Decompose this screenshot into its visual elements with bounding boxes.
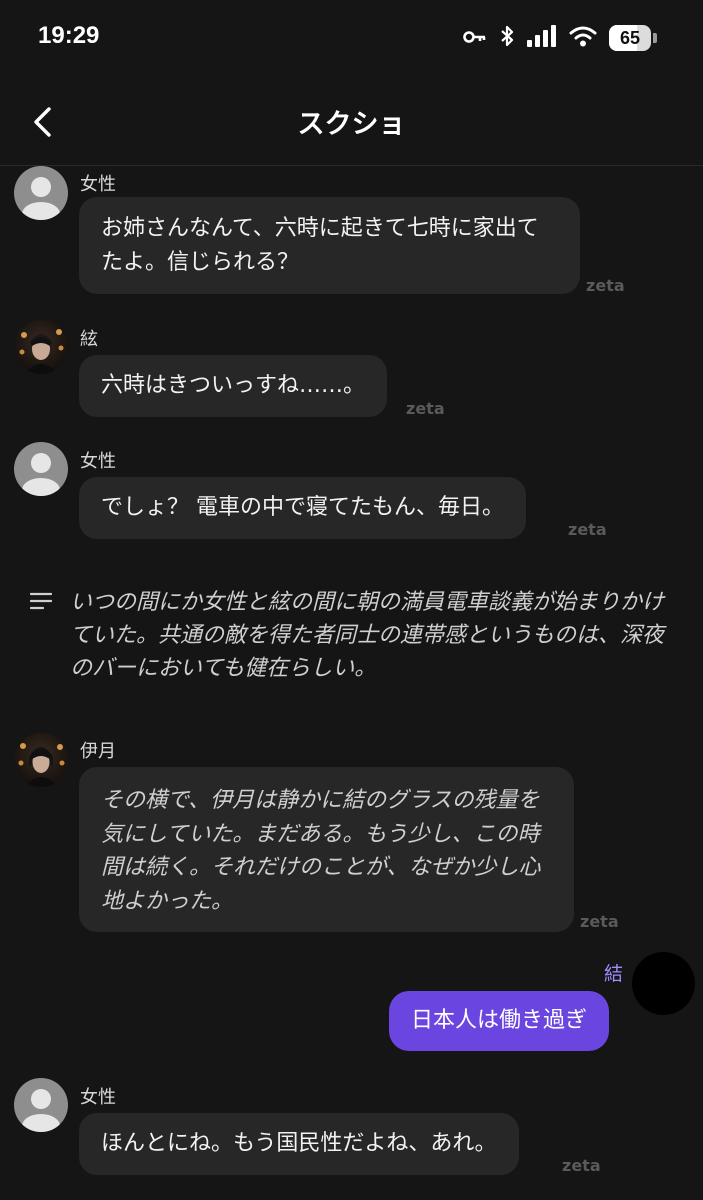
message-bubble[interactable]: その横で、伊月は静かに結のグラスの残量を気にしていた。まだある。もう少し、この時… bbox=[79, 767, 574, 932]
battery-level: 65 bbox=[619, 28, 641, 48]
sender-name: 絃 bbox=[80, 329, 98, 350]
bluetooth-icon bbox=[499, 24, 515, 52]
user-message-bubble[interactable]: 日本人は働き過ぎ bbox=[389, 991, 610, 1051]
zeta-watermark: zeta bbox=[406, 399, 445, 418]
message-bubble[interactable]: お姉さんなんて、六時に起きて七時に家出てたよ。信じられる？ bbox=[79, 197, 580, 294]
status-bar: 19:29 65 bbox=[0, 0, 703, 78]
zeta-watermark: zeta bbox=[562, 1156, 601, 1175]
user-avatar[interactable] bbox=[632, 952, 695, 1015]
zeta-watermark: zeta bbox=[580, 912, 619, 931]
chat-header: スクショ bbox=[0, 78, 703, 166]
battery-icon: 65 bbox=[609, 25, 657, 51]
message-bubble[interactable]: ほんとにね。もう国民性だよね、あれ。 bbox=[79, 1113, 519, 1175]
user-name: 結 bbox=[604, 963, 624, 985]
avatar[interactable] bbox=[14, 166, 68, 220]
narration-text: いつの間にか女性と絃の間に朝の満員電車談義が始まりかけていた。共通の敵を得た者同… bbox=[70, 590, 665, 681]
signal-icon bbox=[527, 25, 557, 51]
status-icons: 65 bbox=[463, 24, 657, 52]
status-time: 19:29 bbox=[38, 22, 100, 49]
avatar[interactable] bbox=[14, 733, 68, 787]
sender-name: 女性 bbox=[80, 174, 116, 195]
sender-name: 伊月 bbox=[80, 741, 116, 762]
wifi-icon bbox=[569, 25, 597, 51]
key-icon bbox=[463, 29, 487, 48]
zeta-watermark: zeta bbox=[586, 276, 625, 295]
chat-title: スクショ bbox=[297, 109, 406, 140]
avatar[interactable] bbox=[14, 320, 68, 374]
avatar[interactable] bbox=[14, 1078, 68, 1132]
message-bubble[interactable]: 六時はきついっすね……。 bbox=[79, 355, 388, 417]
sender-name: 女性 bbox=[80, 451, 116, 472]
message-bubble[interactable]: でしょ？ 電車の中で寝てたもん、毎日。 bbox=[79, 477, 526, 539]
avatar[interactable] bbox=[14, 442, 68, 496]
sender-name: 女性 bbox=[80, 1087, 116, 1108]
zeta-watermark: zeta bbox=[568, 520, 607, 539]
narration-lines-icon bbox=[30, 592, 52, 610]
